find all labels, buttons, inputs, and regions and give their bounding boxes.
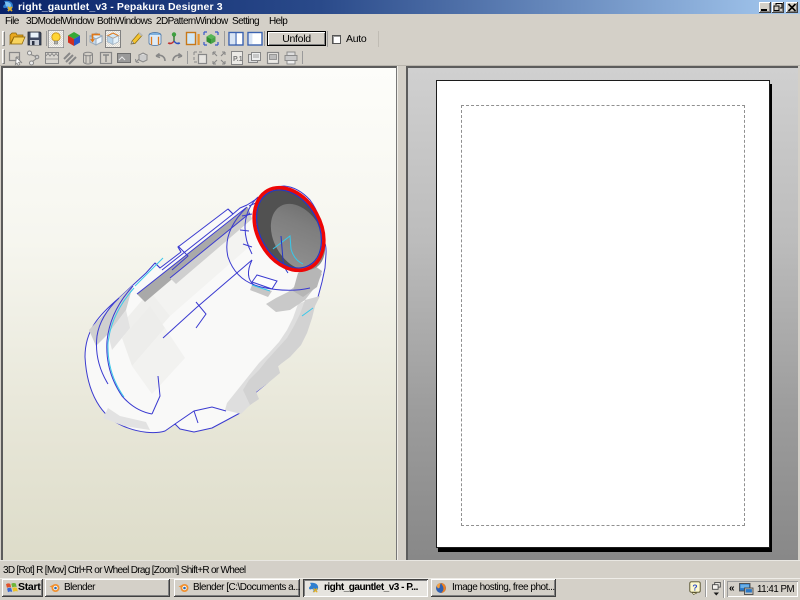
svg-text:P.1: P.1 [233,56,243,63]
svg-text:?: ? [692,583,697,593]
